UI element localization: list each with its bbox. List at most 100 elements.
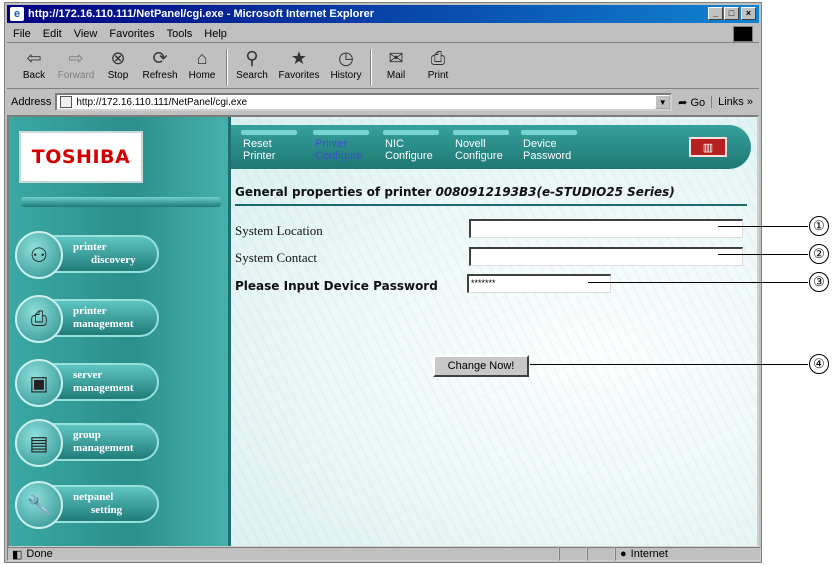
tab-printer-configure[interactable]: Printer Configure <box>313 125 373 169</box>
wrench-icon: 🔧 <box>15 481 63 529</box>
top-navigation: Reset Printer Printer Configure NIC Configu… <box>231 125 751 169</box>
password-field[interactable]: ******* <box>467 274 611 293</box>
nav-label: printer <box>73 241 107 253</box>
address-bar: Address http://172.16.110.111/NetPanel/c… <box>7 91 759 113</box>
ie-icon: e <box>10 7 24 21</box>
mail-icon: ✉ <box>388 48 404 68</box>
tab-label: Novell <box>455 138 486 150</box>
printer-gear-icon: ⎙ <box>15 295 63 343</box>
tab-label: Password <box>523 150 572 162</box>
status-text-cell: ◧ Done <box>7 547 559 561</box>
tab-device-password[interactable]: Device Password <box>521 125 581 169</box>
chevron-down-icon[interactable]: ▼ <box>655 95 671 109</box>
window-title: http://172.16.110.111/NetPanel/cgi.exe -… <box>28 8 375 20</box>
callout-2: ② <box>809 244 829 264</box>
history-button[interactable]: ◷ History <box>325 45 367 87</box>
nav-label: management <box>73 382 134 394</box>
tab-novell-configure[interactable]: Novell Configure <box>453 125 513 169</box>
system-contact-field[interactable] <box>469 247 743 266</box>
callout-line <box>588 282 808 283</box>
system-contact-label: System Contact <box>235 250 317 265</box>
history-icon: ◷ <box>338 48 354 68</box>
status-cell <box>559 547 587 561</box>
nav-label: printer <box>73 305 107 317</box>
status-cell <box>587 547 615 561</box>
callout-line <box>718 254 808 255</box>
menu-edit[interactable]: Edit <box>37 28 68 40</box>
back-button[interactable]: ⇦ Back <box>13 45 55 87</box>
home-button[interactable]: ⌂ Home <box>181 45 223 87</box>
favorites-icon: ★ <box>290 48 308 68</box>
tab-label: NIC <box>385 138 404 150</box>
tab-label: Printer <box>243 150 276 162</box>
tab-nic-configure[interactable]: NIC Configure <box>383 125 443 169</box>
heading-divider <box>235 204 747 206</box>
toolbar: ⇦ Back ⇨ Forward ⊗ Stop ⟳ Refresh ⌂ Home ⚲ Sea… <box>7 45 759 89</box>
tab-label: Reset <box>243 138 272 150</box>
nav-server-management[interactable]: ▣ server management <box>15 359 159 407</box>
print-icon: ⎙ <box>430 48 446 68</box>
page-done-icon: ◧ <box>12 548 23 561</box>
nav-label: group <box>73 429 101 441</box>
forward-arrow-icon: ⇨ <box>68 48 84 68</box>
menu-help[interactable]: Help <box>198 28 233 40</box>
tab-label: Configure <box>315 150 363 162</box>
windows-logo-icon <box>733 26 753 42</box>
tab-label: Configure <box>385 150 433 162</box>
tab-label: Configure <box>455 150 503 162</box>
callout-line <box>718 226 808 227</box>
tab-reset-printer[interactable]: Reset Printer <box>241 125 301 169</box>
favorites-button[interactable]: ★ Favorites <box>273 45 325 87</box>
zone-cell: ● Internet <box>615 547 761 561</box>
search-icon: ⚲ <box>245 48 259 68</box>
decorative-bar <box>21 197 221 207</box>
nav-group-management[interactable]: ▤ group management <box>15 419 159 467</box>
refresh-button[interactable]: ⟳ Refresh <box>139 45 181 87</box>
search-button[interactable]: ⚲ Search <box>231 45 273 87</box>
menu-favorites[interactable]: Favorites <box>103 28 160 40</box>
home-icon: ⌂ <box>196 48 208 68</box>
nav-label: netpanel <box>73 491 114 503</box>
stop-button[interactable]: ⊗ Stop <box>97 45 139 87</box>
binoculars-icon: ⚇ <box>15 231 63 279</box>
left-panel: TOSHIBA ⚇ printer discovery ⎙ printer mana… <box>9 117 231 546</box>
nav-label: setting <box>91 504 123 516</box>
change-now-button[interactable]: Change Now! <box>433 355 529 377</box>
menu-file[interactable]: File <box>7 28 37 40</box>
title-bar: e http://172.16.110.111/NetPanel/cgi.exe… <box>7 5 759 23</box>
background-splash <box>209 117 757 546</box>
nav-printer-management[interactable]: ⎙ printer management <box>15 295 159 343</box>
links-button[interactable]: Links » <box>711 96 759 108</box>
close-button[interactable]: × <box>741 7 756 20</box>
toolbar-separator <box>226 49 228 85</box>
tab-label: Printer <box>315 138 348 150</box>
mail-button[interactable]: ✉ Mail <box>375 45 417 87</box>
nav-label: management <box>73 442 134 454</box>
address-input[interactable]: http://172.16.110.111/NetPanel/cgi.exe ▼ <box>55 93 673 111</box>
page-content: TOSHIBA ⚇ printer discovery ⎙ printer mana… <box>7 115 759 548</box>
callout-1: ① <box>809 216 829 236</box>
nav-label: discovery <box>91 254 136 266</box>
toolbar-separator <box>370 49 372 85</box>
forward-button[interactable]: ⇨ Forward <box>55 45 97 87</box>
maximize-button[interactable]: □ <box>724 7 739 20</box>
page-icon <box>60 96 73 108</box>
system-location-field[interactable] <box>469 219 743 238</box>
callout-line <box>530 364 808 365</box>
zone-text: Internet <box>630 548 668 560</box>
back-arrow-icon: ⇦ <box>26 48 42 68</box>
menu-tools[interactable]: Tools <box>161 28 199 40</box>
nav-printer-discovery[interactable]: ⚇ printer discovery <box>15 231 159 279</box>
callout-3: ③ <box>809 272 829 292</box>
minimize-button[interactable]: _ <box>708 7 723 20</box>
exit-icon[interactable]: ▥ <box>689 137 727 157</box>
go-button[interactable]: ➦ Go <box>672 96 711 109</box>
nav-label: server <box>73 369 103 381</box>
menu-view[interactable]: View <box>68 28 104 40</box>
print-button[interactable]: ⎙ Print <box>417 45 459 87</box>
address-label: Address <box>11 96 52 108</box>
printers-icon: ▤ <box>15 419 63 467</box>
menu-bar: File Edit View Favorites Tools Help <box>7 25 759 43</box>
system-location-label: System Location <box>235 223 323 238</box>
nav-netpanel-setting[interactable]: 🔧 netpanel setting <box>15 481 159 529</box>
